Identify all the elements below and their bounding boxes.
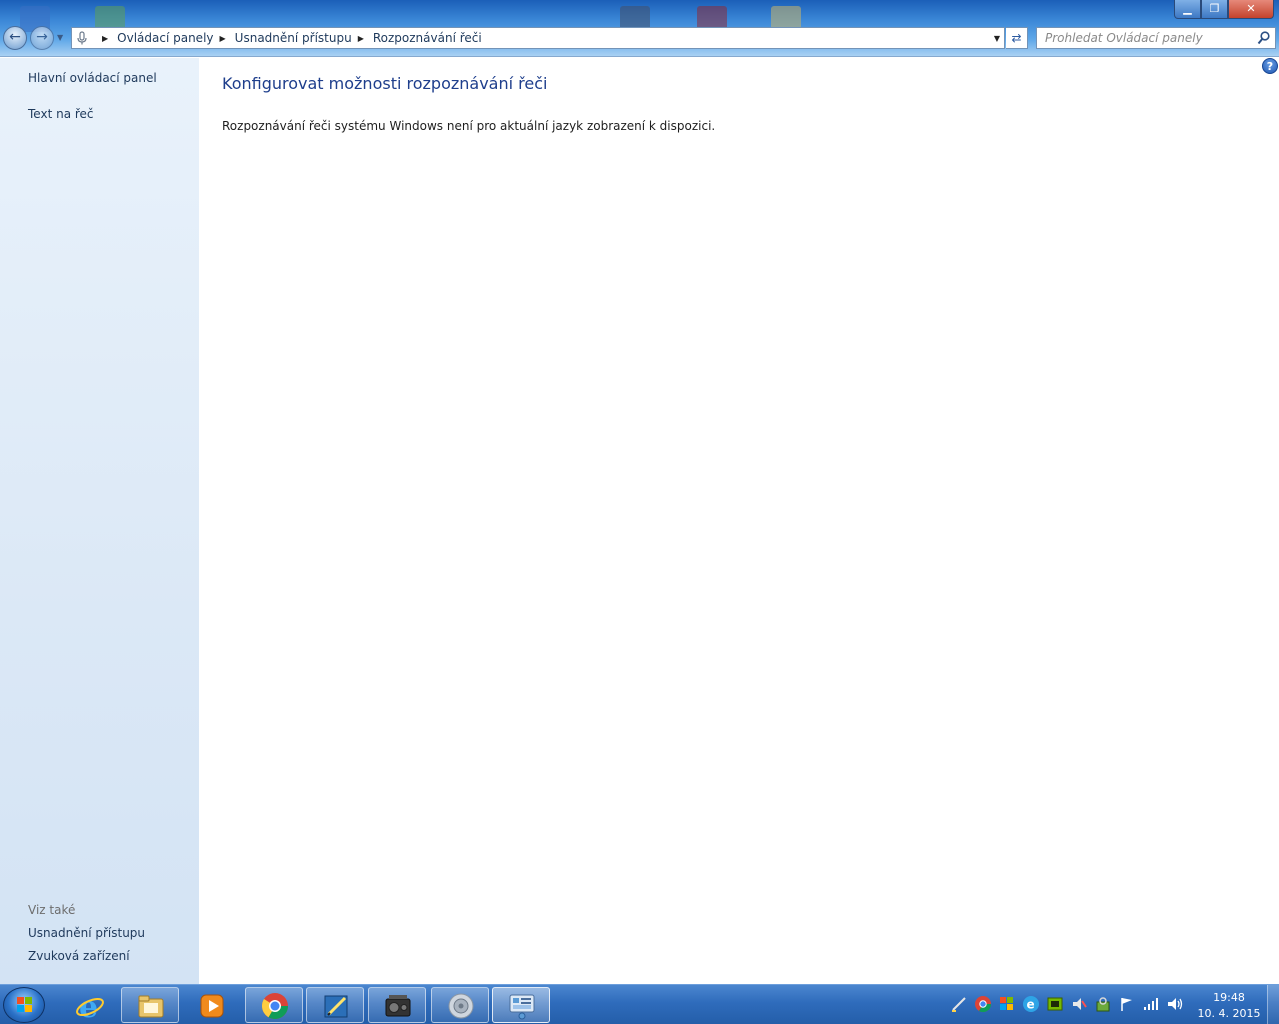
search-box[interactable] [1036,27,1276,49]
see-also-heading: Viz také [28,903,76,917]
search-icon[interactable] [1257,31,1270,45]
ie-tray-icon[interactable]: e [1022,995,1040,1013]
network-signal-icon[interactable] [1142,995,1160,1013]
speaker-volume-icon[interactable] [1166,995,1184,1013]
start-button[interactable] [3,987,45,1023]
help-button[interactable]: ? [1262,58,1278,74]
system-tray: e [950,995,1184,1013]
breadcrumb-separator-icon[interactable]: ▶ [358,34,364,43]
address-bar[interactable]: ▶ Ovládací panely ▶ Usnadnění přístupu ▶… [71,27,1005,49]
taskbar-control-panel[interactable] [492,987,550,1023]
unavailable-message: Rozpoznávání řeči systému Windows není p… [222,119,716,133]
breadcrumb-separator-icon[interactable]: ▶ [220,34,226,43]
editor-icon [324,995,348,1018]
window-controls: ▁ ❐ ✕ [1174,0,1274,19]
close-button[interactable]: ✕ [1228,0,1274,19]
window-titlebar: ▁ ❐ ✕ ← → ▼ ▶ Ovládací panely ▶ Usnadněn… [0,0,1279,57]
restore-button[interactable]: ❐ [1201,0,1228,19]
recent-pages-dropdown[interactable]: ▼ [57,33,63,42]
taskbar-explorer[interactable] [121,987,179,1023]
search-input[interactable] [1045,31,1250,45]
see-also-link-ease-of-access[interactable]: Usnadnění přístupu [28,926,145,940]
breadcrumb: ▶ Ovládací panely ▶ Usnadnění přístupu ▶… [96,31,482,45]
arrow-right-icon: → [36,29,48,45]
main-content: ? Konfigurovat možnosti rozpoznávání řeč… [199,58,1279,984]
explorer-icon [138,995,164,1018]
taskbar-speaker[interactable] [431,987,489,1023]
arrow-left-icon: ← [9,29,21,45]
page-title: Konfigurovat možnosti rozpoznávání řeči [222,74,548,93]
clock-time: 19:48 [1213,991,1245,1004]
help-icon: ? [1266,60,1274,73]
back-button[interactable]: ← [3,26,27,50]
show-desktop-button[interactable] [1267,985,1279,1024]
action-center-flag-icon[interactable] [1118,995,1136,1013]
see-also-link-sound-devices[interactable]: Zvuková zařízení [28,949,130,963]
control-panel-icon [509,994,535,1020]
windows-logo-icon [17,997,32,1012]
nvidia-tray-icon[interactable] [1046,995,1064,1013]
taskbar-internet-explorer[interactable]: e [60,987,118,1023]
svg-text:e: e [1027,998,1035,1012]
media-player-icon [200,994,224,1018]
breadcrumb-speech-recognition[interactable]: Rozpoznávání řeči [373,31,482,45]
volume-tray-icon[interactable] [1070,995,1088,1013]
breadcrumb-ease-of-access[interactable]: Usnadnění přístupu [235,31,352,45]
refresh-icon: ⇄ [1011,31,1022,45]
sidebar-link-text-to-speech[interactable]: Text na řeč [28,107,94,121]
clock-date: 10. 4. 2015 [1197,1007,1261,1020]
windows-tray-icon[interactable] [998,995,1016,1013]
sidebar-link-control-panel-home[interactable]: Hlavní ovládací panel [28,71,157,85]
chrome-icon [261,993,289,1020]
breadcrumb-separator-icon[interactable]: ▶ [102,34,108,43]
video-icon [385,995,411,1017]
taskbar-clock[interactable]: 19:48 10. 4. 2015 [1196,990,1262,1022]
address-dropdown-icon[interactable]: ▼ [994,34,1000,43]
pen-tray-icon[interactable] [950,995,968,1013]
internet-explorer-icon: e [76,991,104,1021]
speaker-icon [448,993,474,1019]
taskbar-chrome[interactable] [245,987,303,1023]
breadcrumb-control-panel[interactable]: Ovládací panely [117,31,213,45]
security-tray-icon[interactable] [1094,995,1112,1013]
refresh-button[interactable]: ⇄ [1006,27,1028,49]
taskbar-video[interactable] [368,987,426,1023]
forward-button[interactable]: → [30,26,54,50]
taskbar-editor[interactable] [306,987,364,1023]
chrome-tray-icon[interactable] [974,995,992,1013]
minimize-button[interactable]: ▁ [1174,0,1201,19]
taskbar: e e 19:48 10. 4. 2015 [0,984,1279,1024]
left-navigation-pane: Hlavní ovládací panel Text na řeč Viz ta… [0,58,199,984]
taskbar-media-player[interactable] [182,987,240,1023]
microphone-icon [77,31,87,45]
